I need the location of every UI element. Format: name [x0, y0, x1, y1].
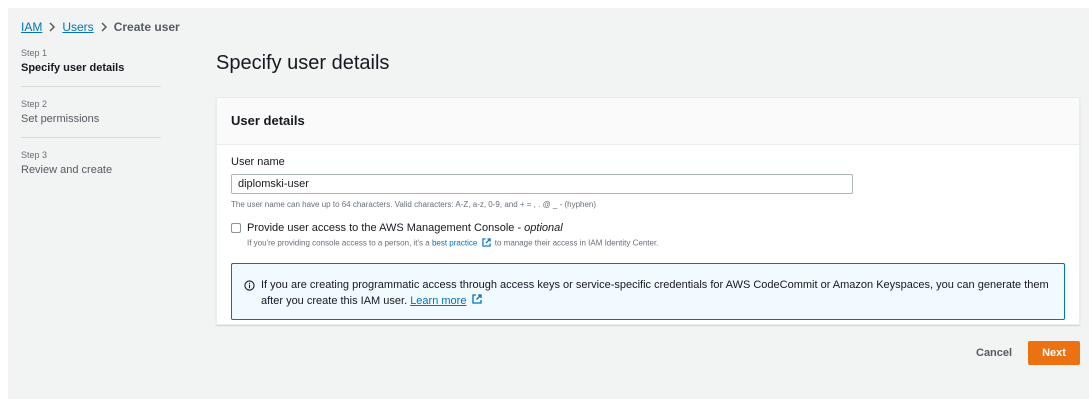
breadcrumb-current: Create user [113, 20, 180, 34]
console-access-description: If you're providing console access to a … [247, 238, 658, 249]
step-number: Step 3 [21, 150, 48, 160]
panel-header: User details [217, 98, 1079, 145]
chevron-right-icon [100, 22, 108, 32]
cancel-button[interactable]: Cancel [966, 341, 1022, 365]
page-background: IAM Users Create user Step 1 Specify use… [8, 8, 1089, 399]
optional-label: optional [524, 222, 563, 234]
username-input[interactable] [231, 174, 853, 194]
external-link-icon[interactable] [471, 293, 482, 309]
step-label: Specify user details [21, 62, 125, 74]
breadcrumb: IAM Users Create user [21, 20, 180, 34]
step-number: Step 2 [21, 99, 48, 109]
learn-more-link[interactable]: Learn more [410, 295, 466, 307]
external-link-icon[interactable] [481, 238, 491, 249]
breadcrumb-users-link[interactable]: Users [62, 20, 93, 34]
step-label: Review and create [21, 164, 113, 176]
username-label: User name [231, 156, 285, 168]
desc-suffix: to manage their access in IAM Identity C… [492, 238, 659, 248]
user-details-panel: User details User name The user name can… [216, 97, 1080, 325]
info-message: If you are creating programmatic access … [261, 279, 1049, 307]
wizard-step-2[interactable]: Step 2 Set permissions [21, 99, 161, 138]
wizard-step-1[interactable]: Step 1 Specify user details [21, 48, 161, 87]
wizard-step-3[interactable]: Step 3 Review and create [21, 150, 161, 188]
console-access-title-text: Provide user access to the AWS Managemen… [247, 222, 525, 234]
step-label: Set permissions [21, 113, 100, 125]
info-alert: If you are creating programmatic access … [231, 263, 1065, 320]
console-access-checkbox[interactable] [231, 223, 241, 233]
info-icon [244, 278, 255, 296]
console-access-title: Provide user access to the AWS Managemen… [247, 222, 658, 234]
console-access-option: Provide user access to the AWS Managemen… [231, 222, 1065, 249]
panel-body: User name The user name can have up to 6… [217, 145, 1079, 330]
breadcrumb-iam-link[interactable]: IAM [21, 20, 42, 34]
chevron-right-icon [48, 22, 56, 32]
step-number: Step 1 [21, 48, 48, 58]
username-hint: The user name can have up to 64 characte… [231, 200, 597, 209]
page-title: Specify user details [216, 52, 390, 74]
desc-prefix: If you're providing console access to a … [247, 238, 432, 248]
best-practice-link[interactable]: best practice [432, 239, 477, 248]
wizard-steps: Step 1 Specify user details Step 2 Set p… [21, 48, 161, 200]
next-button[interactable]: Next [1028, 341, 1080, 365]
info-text: If you are creating programmatic access … [261, 277, 1052, 309]
